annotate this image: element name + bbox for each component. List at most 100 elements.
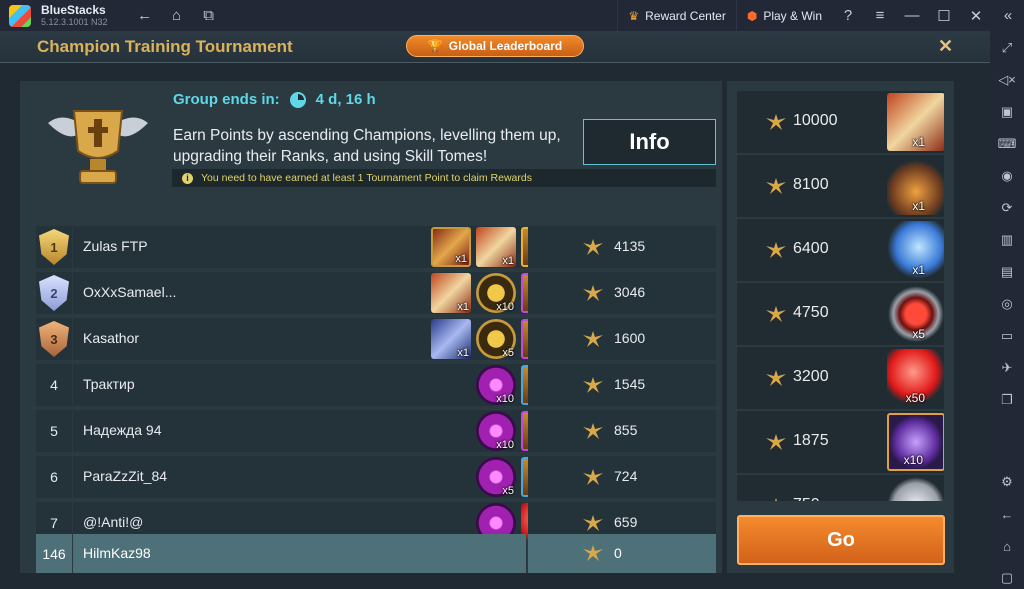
reward-count: x1: [457, 301, 469, 313]
reward-count: x10: [496, 439, 514, 451]
reward-center-button[interactable]: ♛ Reward Center: [617, 0, 735, 31]
player-points: 1545: [614, 376, 646, 392]
milestone-item[interactable]: 6400 x1: [737, 219, 944, 281]
my-points-cell: 0: [528, 534, 716, 573]
multi-instance-icon[interactable]: ❐: [996, 389, 1018, 411]
champion-card-icon[interactable]: x1: [887, 157, 944, 215]
skill-tome-reward-icon[interactable]: x1: [431, 319, 471, 359]
leaderboard-row[interactable]: 6 ParaZzZit_84 x5 x4 724: [36, 456, 716, 498]
tournament-point-icon: [766, 114, 786, 130]
milestone-count: x10: [903, 453, 923, 467]
leaderboard-row[interactable]: 3 Kasathor x1 x5 x4 1600: [36, 318, 716, 360]
close-icon[interactable]: ✕: [938, 36, 953, 57]
fullscreen-icon[interactable]: ⤢: [996, 37, 1018, 59]
reward-count: x1: [457, 347, 469, 359]
points-cell: 1600: [528, 318, 716, 360]
leaderboard-row[interactable]: 4 Трактир x10 x4 1545: [36, 364, 716, 406]
screenshot-icon[interactable]: ◎: [996, 293, 1018, 315]
global-leaderboard-label: Global Leaderboard: [448, 39, 563, 53]
settings-icon[interactable]: ⚙: [996, 471, 1018, 493]
milestone-item[interactable]: 4750 x5: [737, 283, 944, 345]
milestone-item[interactable]: 3200 x50: [737, 347, 944, 409]
collapse-sidebar-icon[interactable]: «: [992, 7, 1024, 25]
my-rank-row[interactable]: 146 HilmKaz98 0: [36, 534, 716, 573]
android-back-icon[interactable]: ←: [996, 503, 1018, 525]
go-button[interactable]: Go: [737, 515, 945, 565]
rank-number: 6: [36, 456, 72, 498]
milestone-list[interactable]: 10000 x1 8100 x1 6400 x1 4750 x5 3200 x5…: [737, 91, 944, 501]
tournament-point-icon: [766, 370, 786, 386]
champion-card-reward-icon[interactable]: x1: [431, 227, 471, 267]
shard-reward-icon[interactable]: x10: [476, 365, 516, 405]
app-info: BlueStacks 5.12.3.1001 N32: [41, 4, 108, 28]
close-window-icon[interactable]: ✕: [960, 7, 992, 25]
shard-reward-icon[interactable]: x5: [476, 457, 516, 497]
player-points: 659: [614, 514, 638, 530]
leaderboard-row[interactable]: 5 Надежда 94 x10 x4 855: [36, 410, 716, 452]
menu-icon[interactable]: ≡: [864, 7, 896, 25]
leaderboard-row[interactable]: 2 OxXxSamael... x1 x10 x6 3046: [36, 272, 716, 314]
help-icon[interactable]: ?: [832, 7, 864, 25]
minimize-icon[interactable]: —: [896, 7, 928, 25]
keyboard-icon[interactable]: ⌨: [996, 133, 1018, 155]
tournament-point-icon: [583, 515, 603, 531]
shard-reward-icon[interactable]: x10: [476, 411, 516, 451]
milestone-item[interactable]: 750: [737, 475, 944, 501]
tournament-point-icon: [766, 306, 786, 322]
back-arrow-icon[interactable]: ←: [136, 7, 154, 25]
silver-coin-icon[interactable]: [887, 477, 944, 501]
player-points: 4135: [614, 238, 646, 254]
milestone-item[interactable]: 1875 x10: [737, 411, 944, 473]
play-win-button[interactable]: ⬢ Play & Win: [735, 0, 832, 31]
side-toolbar: ⤢ ◁× ▣ ⌨ ◉ ⟳ ▥ ▤ ◎ ▭ ✈ ❐ ⚙ ← ⌂ ▢: [990, 31, 1024, 589]
bluestacks-logo: [9, 4, 31, 27]
home-icon[interactable]: ⌂: [168, 7, 186, 25]
potion-icon[interactable]: x1: [887, 221, 944, 279]
performance-icon[interactable]: ▥: [996, 229, 1018, 251]
milestone-count: x5: [912, 327, 925, 341]
leaderboard-row[interactable]: 1 Zulas FTP x1 x1 x6 4135: [36, 226, 716, 268]
player-name: Надежда 94: [83, 422, 162, 438]
global-leaderboard-button[interactable]: 🏆 Global Leaderboard: [406, 35, 584, 57]
reward-center-label: Reward Center: [645, 8, 726, 23]
volume-icon[interactable]: ◁×: [996, 69, 1018, 91]
info-icon: i: [182, 172, 193, 184]
skill-tome-reward-icon[interactable]: x1: [476, 227, 516, 267]
milestone-item[interactable]: 8100 x1: [737, 155, 944, 217]
record-icon[interactable]: ▣: [996, 101, 1018, 123]
multi-window-icon[interactable]: ⧉: [200, 7, 218, 25]
skill-tome-icon[interactable]: x1: [887, 93, 944, 151]
leaderboard-list[interactable]: 1 Zulas FTP x1 x1 x6 4135 2 OxXx: [36, 226, 716, 573]
android-home-icon[interactable]: ⌂: [996, 535, 1018, 557]
star-token-reward-icon[interactable]: x10: [476, 273, 516, 313]
app-version: 5.12.3.1001 N32: [41, 16, 108, 27]
ruby-gem-icon[interactable]: x50: [887, 349, 944, 407]
airplane-icon[interactable]: ✈: [996, 357, 1018, 379]
maximize-icon[interactable]: ☐: [928, 7, 960, 25]
info-button[interactable]: Info: [583, 119, 716, 165]
tournament-point-icon: [766, 434, 786, 450]
silver-rank-badge-icon: 2: [39, 275, 69, 311]
red-orb-icon[interactable]: x5: [887, 285, 944, 343]
skill-tome-reward-icon[interactable]: x1: [431, 273, 471, 313]
star-token-reward-icon[interactable]: x5: [476, 319, 516, 359]
my-player-cell: HilmKaz98: [73, 534, 526, 573]
apk-icon[interactable]: ▤: [996, 261, 1018, 283]
gold-rank-badge-icon: 1: [39, 229, 69, 265]
tournament-description: Earn Points by ascending Champions, leve…: [173, 127, 561, 165]
milestone-item[interactable]: 10000 x1: [737, 91, 944, 153]
android-recents-icon[interactable]: ▢: [996, 567, 1018, 589]
player-cell: Надежда 94 x10 x4: [73, 410, 561, 452]
player-name: OxXxSamael...: [83, 284, 177, 300]
macro-icon[interactable]: ◉: [996, 165, 1018, 187]
xp-brew-icon[interactable]: x10: [887, 413, 944, 471]
rank-cell: 3: [36, 318, 72, 360]
tournament-point-icon: [766, 178, 786, 194]
milestone-count: x1: [912, 135, 925, 149]
sync-icon[interactable]: ⟳: [996, 197, 1018, 219]
folder-icon[interactable]: ▭: [996, 325, 1018, 347]
milestone-points: 3200: [793, 368, 829, 385]
milestone-count: x1: [912, 263, 925, 277]
reward-count: x5: [502, 347, 514, 359]
tournament-point-icon: [766, 242, 786, 258]
